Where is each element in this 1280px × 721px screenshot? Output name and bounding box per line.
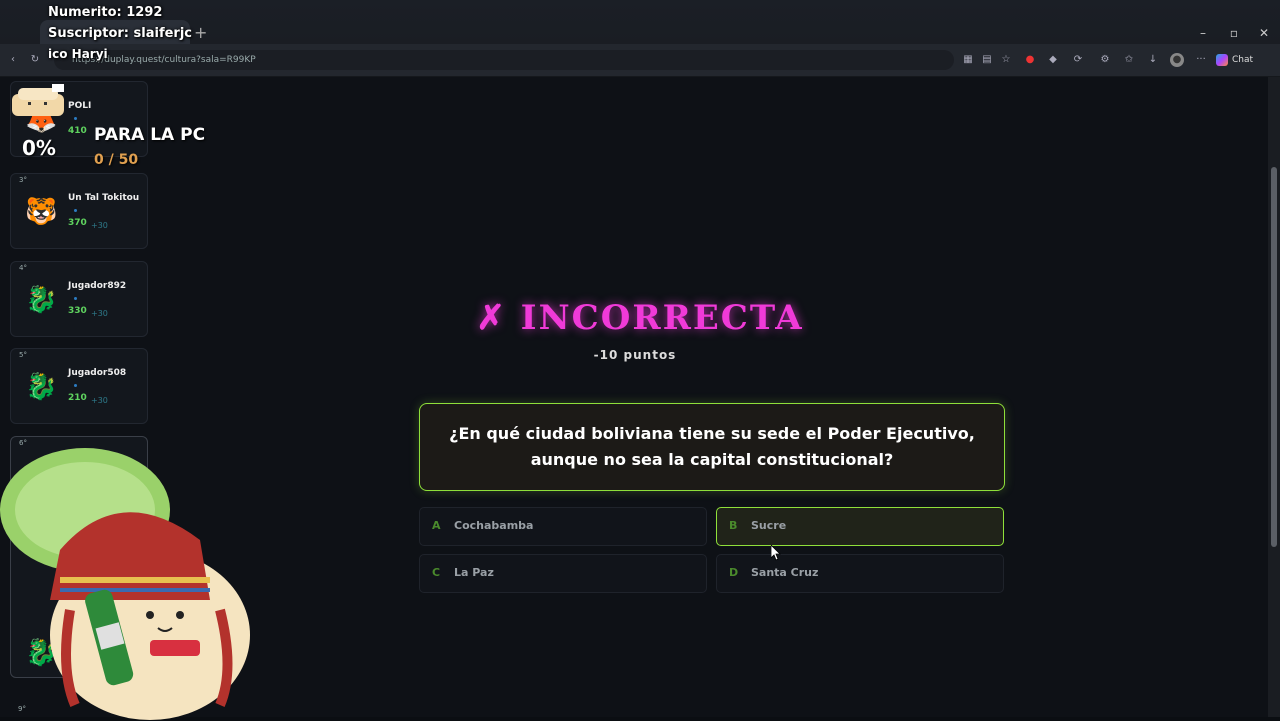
- potato-mascot-icon: [0, 448, 250, 720]
- tiger-avatar-icon: 🐯: [25, 197, 58, 227]
- option-d-button[interactable]: D Santa Cruz: [716, 554, 1004, 593]
- extension-red-icon[interactable]: ●: [1023, 53, 1037, 67]
- close-window-icon[interactable]: ✕: [1257, 26, 1271, 40]
- leaderboard-card: 4° 🐉 Jugador892 330 +30: [10, 261, 148, 337]
- browser-toolbar: ‹ ↻ https://duplay.quest/cultura?sala=R9…: [0, 44, 1280, 77]
- reading-view-icon[interactable]: ▤: [980, 53, 994, 67]
- option-text: Cochabamba: [454, 519, 534, 532]
- player-rank: 4°: [19, 264, 27, 272]
- points-change: -10 puntos: [593, 348, 677, 362]
- copilot-chat-button[interactable]: Chat: [1216, 53, 1260, 67]
- overlay-goal-title: PARA LA PC: [94, 125, 206, 145]
- dragon-avatar-icon: 🐉: [25, 372, 58, 402]
- option-letter: A: [432, 519, 441, 532]
- leaderboard-card: 3° 🐯 Un Tal Tokitou 370 +30: [10, 173, 148, 249]
- back-icon[interactable]: ‹: [6, 53, 20, 67]
- address-bar[interactable]: https://duplay.quest/cultura?sala=R99KP: [54, 50, 954, 70]
- page-scrollbar[interactable]: [1268, 77, 1280, 717]
- option-text: Santa Cruz: [751, 566, 819, 579]
- option-letter: B: [729, 519, 738, 532]
- player-status-dot: [74, 117, 77, 120]
- player-status-dot: [74, 384, 77, 387]
- player-score: 210: [68, 393, 87, 403]
- player-score: 410: [68, 126, 87, 136]
- browser-tab-bar: + – ▫ ✕: [0, 0, 1280, 44]
- maximize-icon[interactable]: ▫: [1227, 26, 1241, 40]
- overlay-goal-count: 0 / 50: [94, 152, 139, 168]
- pixel-bread-icon: [12, 84, 64, 116]
- player-status-dot: [74, 297, 77, 300]
- player-name: Jugador892: [68, 281, 127, 291]
- option-b-button[interactable]: B Sucre: [716, 507, 1004, 546]
- result-title: ✗ INCORRECTA: [476, 298, 804, 338]
- question-text: ¿En qué ciudad boliviana tiene su sede e…: [449, 424, 975, 469]
- player-delta: +30: [91, 221, 108, 230]
- question-card: ¿En qué ciudad boliviana tiene su sede e…: [419, 403, 1005, 491]
- option-letter: C: [432, 566, 441, 579]
- overlay-names: ico Haryi: [48, 47, 108, 61]
- split-screen-icon[interactable]: ▦: [961, 53, 975, 67]
- copilot-icon: [1216, 53, 1228, 66]
- overlay-goal-percent: 0%: [22, 136, 56, 160]
- option-a-button[interactable]: A Cochabamba: [419, 507, 707, 546]
- leaderboard-card: 5° 🐉 Jugador508 210 +30: [10, 348, 148, 424]
- overlay-subscriber: Suscriptor: slaiferjc: [48, 26, 192, 41]
- more-menu-icon[interactable]: ···: [1194, 53, 1208, 67]
- player-rank: 3°: [19, 176, 27, 184]
- minimize-icon[interactable]: –: [1196, 26, 1210, 40]
- refresh-icon[interactable]: ↻: [28, 53, 42, 67]
- scrollbar-thumb[interactable]: [1271, 167, 1277, 547]
- player-score: 370: [68, 218, 87, 228]
- dragon-avatar-icon: 🐉: [25, 285, 58, 315]
- mouse-cursor-icon: [771, 545, 781, 561]
- player-name: Jugador508: [68, 368, 127, 378]
- player-name: POLI: [68, 101, 92, 111]
- player-status-dot: [74, 209, 77, 212]
- favorites-icon[interactable]: ✩: [1122, 53, 1136, 67]
- profile-avatar-icon[interactable]: ●: [1170, 53, 1184, 67]
- extensions-icon[interactable]: ⚙: [1098, 53, 1112, 67]
- player-delta: +30: [91, 309, 108, 318]
- option-text: Sucre: [751, 519, 787, 532]
- favorite-star-icon[interactable]: ☆: [999, 53, 1013, 67]
- extension-puzzle-icon[interactable]: ⟳: [1071, 53, 1085, 67]
- player-delta: +30: [91, 396, 108, 405]
- option-text: La Paz: [454, 566, 494, 579]
- player-rank: 5°: [19, 351, 27, 359]
- extension-shield-icon[interactable]: ◆: [1046, 53, 1060, 67]
- chat-label: Chat: [1232, 55, 1254, 65]
- option-letter: D: [729, 566, 739, 579]
- download-icon[interactable]: ↓: [1146, 53, 1160, 67]
- player-score: 330: [68, 306, 87, 316]
- option-c-button[interactable]: C La Paz: [419, 554, 707, 593]
- new-tab-icon[interactable]: +: [194, 24, 208, 42]
- player-name: Un Tal Tokitou: [68, 193, 140, 203]
- overlay-numerito: Numerito: 1292: [48, 5, 163, 20]
